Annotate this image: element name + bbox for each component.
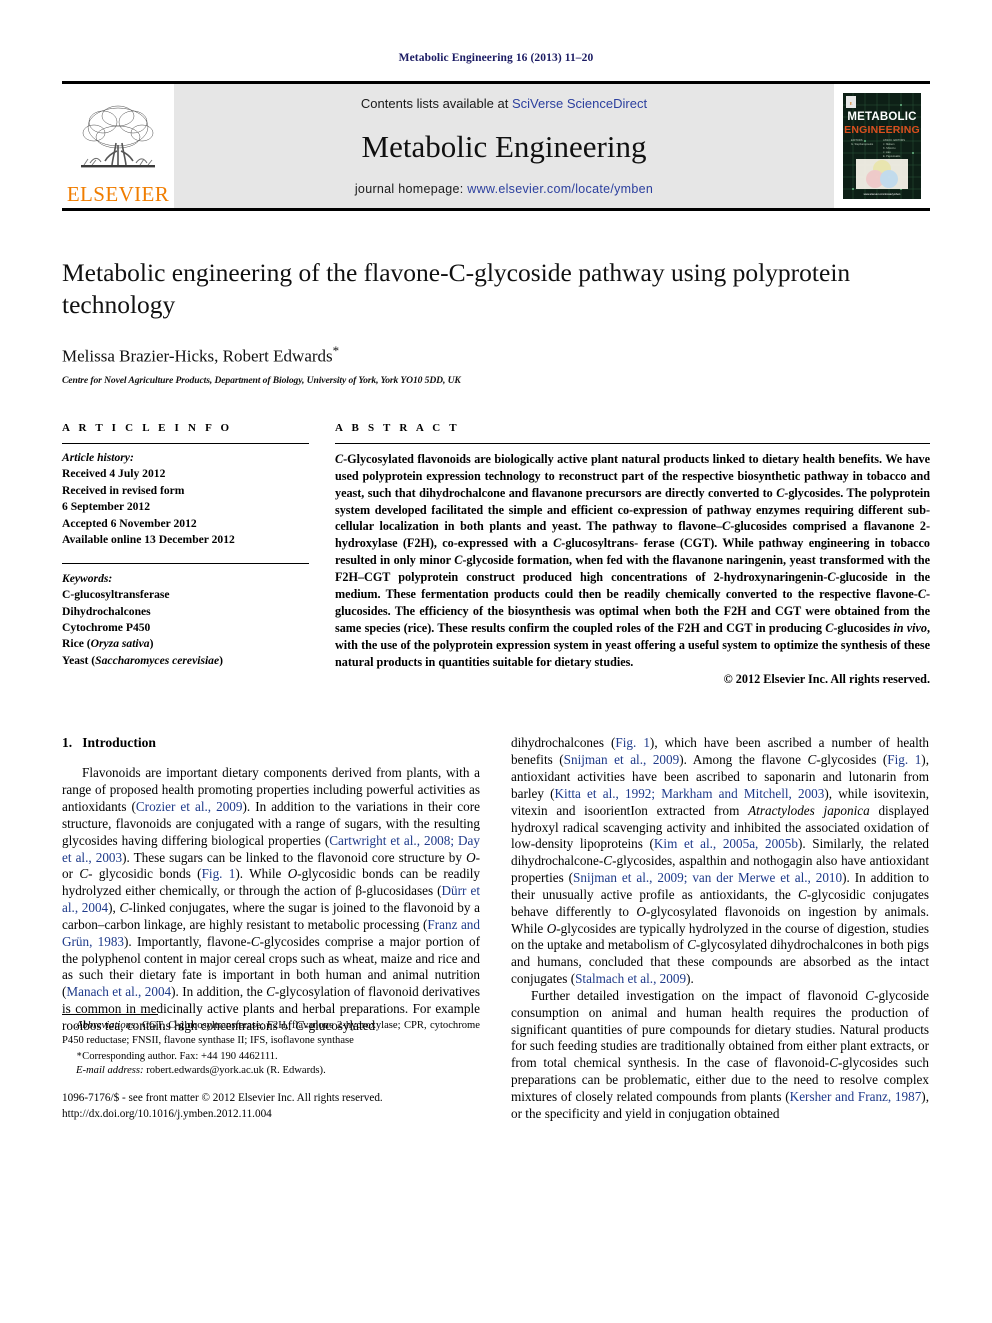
- history-item: Accepted 6 November 2012: [62, 516, 197, 530]
- abstract-heading: A B S T R A C T: [335, 421, 460, 434]
- svg-text:EDITORS: EDITORS: [851, 138, 863, 142]
- contents-prefix: Contents lists available at: [360, 96, 512, 111]
- article-info-heading: A R T I C L E I N F O: [62, 421, 233, 434]
- intro-paragraph-left-1: Flavonoids are important dietary compone…: [62, 765, 481, 1033]
- homepage-prefix: journal homepage:: [354, 182, 468, 196]
- journal-masthead: ELSEVIER Contents lists available at Sci…: [62, 81, 930, 211]
- title-block: Metabolic engineering of the flavone-C-g…: [62, 257, 930, 386]
- keyword-item-yeast: Yeast (Saccharomyces cerevisiae): [62, 653, 223, 667]
- svg-text:J. Nielsen: J. Nielsen: [883, 142, 895, 146]
- keywords-label: Keywords:: [62, 571, 113, 585]
- introduction-heading: 1. Introduction: [62, 735, 480, 751]
- svg-text:K. Shimizu: K. Shimizu: [883, 146, 896, 150]
- keyword-item: C-glucosyltransferase: [62, 588, 170, 602]
- journal-title: Metabolic Engineering: [361, 129, 647, 164]
- introduction-heading-text: Introduction: [82, 735, 156, 751]
- svg-text:G. Stephanopoulos: G. Stephanopoulos: [851, 142, 874, 146]
- author-list: Melissa Brazier-Hicks, Robert Edwards*: [62, 343, 930, 367]
- keywords-block: Keywords: C-glucosyltransferase Dihydroc…: [62, 564, 309, 670]
- info-abstract-region: A R T I C L E I N F O Article history: R…: [62, 422, 930, 688]
- email-value[interactable]: robert.edwards@york.ac.uk (R. Edwards).: [144, 1065, 326, 1076]
- keyword-item: Dihydrochalcones: [62, 604, 151, 618]
- svg-text:E: E: [850, 101, 853, 106]
- body-columns: 1. Introduction Flavonoids are important …: [62, 735, 930, 1122]
- keyword-yeast-species: Saccharomyces cerevisiae: [95, 653, 220, 667]
- history-item: 6 September 2012: [62, 500, 151, 514]
- elsevier-wordmark: ELSEVIER: [66, 182, 170, 206]
- article-first-page: Metabolic Engineering 16 (2013) 11–20 EL…: [0, 0, 992, 1323]
- keyword-item: Cytochrome P450: [62, 620, 151, 634]
- imprint-block: 1096-7176/$ - see front matter © 2012 El…: [62, 1091, 480, 1122]
- masthead-center: Contents lists available at SciVerse Sci…: [174, 84, 834, 208]
- footnote-rule: [62, 1014, 158, 1016]
- body-column-right: dihydrochalcones (Fig. 1), which have be…: [511, 735, 929, 1122]
- elsevier-logo: ELSEVIER: [62, 84, 174, 208]
- author-affiliation: Centre for Novel Agriculture Products, D…: [62, 374, 461, 386]
- abbreviations-footnote: Abbreviations: CGT, C-glucosyltransferas…: [62, 1019, 480, 1047]
- abbreviations-label: Abbreviations:: [76, 1020, 139, 1032]
- intro-paragraph-right-1: dihydrochalcones (Fig. 1), which have be…: [511, 735, 930, 987]
- footnote-block: Abbreviations: CGT, C-glucosyltransferas…: [62, 1014, 480, 1122]
- issn-copyright-line: 1096-7176/$ - see front matter © 2012 El…: [62, 1092, 383, 1105]
- author-names: Melissa Brazier-Hicks, Robert Edwards: [62, 346, 333, 366]
- history-item: Received in revised form: [62, 483, 185, 497]
- running-head: Metabolic Engineering 16 (2013) 11–20: [398, 52, 594, 64]
- body-column-left: 1. Introduction Flavonoids are important …: [62, 735, 480, 1122]
- keyword-rice-species: Oryza sativa: [90, 637, 150, 651]
- abstract-column: A B S T R A C T C-Glycosylated flavonoid…: [335, 422, 930, 688]
- article-history-label: Article history:: [62, 450, 134, 464]
- doi-line[interactable]: http://dx.doi.org/10.1016/j.ymben.2012.1…: [62, 1107, 480, 1123]
- journal-homepage-line: journal homepage: www.elsevier.com/locat…: [355, 182, 653, 196]
- journal-homepage-link[interactable]: www.elsevier.com/locate/ymben: [467, 182, 653, 196]
- svg-text:ENGINEERING: ENGINEERING: [844, 124, 920, 136]
- keyword-item-rice: Rice (Oryza sativa): [62, 637, 154, 651]
- svg-text:www.elsevier.com/locate/ymben: www.elsevier.com/locate/ymben: [864, 192, 901, 196]
- email-label: E-mail address:: [76, 1065, 144, 1076]
- contents-list-line: Contents lists available at SciVerse Sci…: [361, 96, 647, 111]
- svg-text:ASSOC. EDITORS: ASSOC. EDITORS: [883, 138, 905, 142]
- article-info-column: A R T I C L E I N F O Article history: R…: [62, 422, 309, 688]
- history-item: Available online 13 December 2012: [62, 533, 235, 547]
- svg-text:METABOLIC: METABOLIC: [847, 111, 916, 123]
- corresponding-author-footnote: ∗Corresponding author. Fax: +44 190 4462…: [62, 1048, 480, 1064]
- email-footnote: E-mail address: robert.edwards@york.ac.u…: [62, 1064, 480, 1078]
- journal-cover-thumbnail: E METABOLIC ENGINEERING EDITORS G. Steph…: [834, 84, 930, 208]
- svg-text:E. Papoutsakis: E. Papoutsakis: [883, 154, 901, 158]
- article-history: Article history: Received 4 July 2012 Re…: [62, 444, 309, 554]
- svg-text:J. Liao: J. Liao: [883, 150, 891, 154]
- intro-paragraph-right-2: Further detailed investigation on the im…: [511, 987, 929, 1121]
- article-title: Metabolic engineering of the flavone-C-g…: [62, 258, 851, 320]
- introduction-heading-number: 1.: [62, 735, 73, 751]
- corresponding-author-marker: *: [332, 343, 340, 359]
- history-item: Received 4 July 2012: [62, 467, 166, 481]
- journal-cover-image: E METABOLIC ENGINEERING EDITORS G. Steph…: [843, 93, 921, 199]
- abstract-text: C-Glycosylated flavonoids are biological…: [335, 451, 931, 669]
- sciencedirect-link[interactable]: SciVerse ScienceDirect: [512, 96, 647, 111]
- abstract-copyright: © 2012 Elsevier Inc. All rights reserved…: [723, 672, 930, 687]
- corresponding-author-text: Corresponding author. Fax: +44 190 44621…: [82, 1050, 278, 1062]
- elsevier-tree-icon: [81, 105, 155, 168]
